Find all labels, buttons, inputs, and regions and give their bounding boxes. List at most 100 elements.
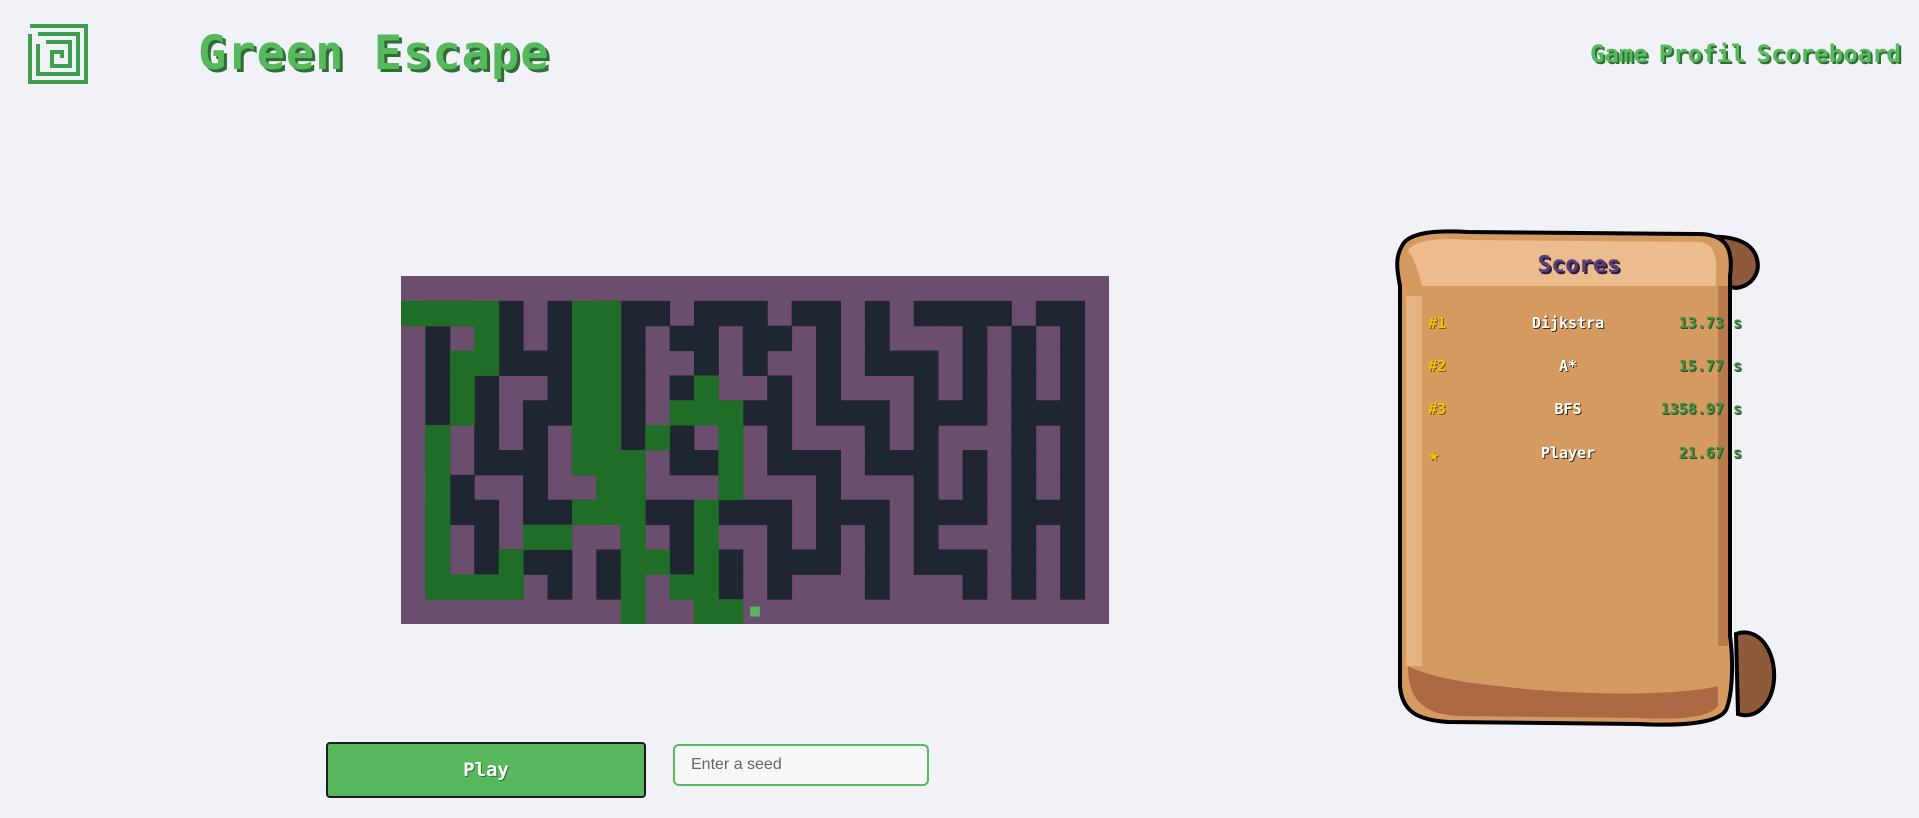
player-name: Dijkstra bbox=[1531, 314, 1605, 332]
nav-game-link[interactable]: Game bbox=[1590, 40, 1648, 68]
maze-path-cell bbox=[718, 400, 744, 426]
maze-path-cell bbox=[596, 375, 622, 401]
maze-floor-cell bbox=[669, 524, 695, 550]
scoreboard-scroll: Scores #1 Dijkstra 13.73 s #2 A* 15.77 s… bbox=[1378, 226, 1780, 732]
maze-floor-cell bbox=[1011, 350, 1037, 376]
maze-floor-cell bbox=[669, 425, 695, 451]
main-nav: Game Profil Scoreboard bbox=[1590, 40, 1901, 68]
maze-floor-cell bbox=[1060, 450, 1086, 476]
maze-floor-cell bbox=[864, 300, 890, 327]
maze-path-cell bbox=[425, 300, 451, 327]
maze-floor-cell bbox=[1011, 524, 1037, 550]
maze-path-cell bbox=[693, 400, 719, 426]
rank-label: #2 bbox=[1428, 357, 1447, 375]
nav-scoreboard-link[interactable]: Scoreboard bbox=[1757, 40, 1902, 68]
maze-floor-cell bbox=[767, 549, 793, 575]
play-button[interactable]: Play bbox=[326, 742, 646, 798]
maze-path-cell bbox=[718, 450, 744, 476]
maze-path-cell bbox=[571, 350, 597, 376]
maze-floor-cell bbox=[816, 325, 841, 352]
maze-floor-cell bbox=[693, 325, 719, 352]
maze-path-cell bbox=[571, 425, 597, 451]
maze-floor-cell bbox=[718, 300, 744, 327]
maze-floor-cell bbox=[523, 499, 548, 526]
maze-floor-cell bbox=[864, 350, 890, 376]
maze-floor-cell bbox=[913, 350, 939, 376]
maze-path-cell bbox=[693, 574, 719, 600]
seed-input[interactable] bbox=[673, 744, 929, 786]
maze-floor-cell bbox=[1060, 474, 1086, 501]
maze-floor-cell bbox=[425, 375, 451, 401]
maze-path-cell bbox=[596, 325, 622, 352]
maze-path-cell bbox=[596, 450, 622, 476]
maze-canvas[interactable] bbox=[401, 276, 1109, 624]
maze-floor-cell bbox=[962, 325, 988, 352]
maze-floor-cell bbox=[767, 499, 793, 526]
scores-title: Scores bbox=[1537, 252, 1621, 278]
maze-path-cell bbox=[645, 425, 671, 451]
maze-path-cell bbox=[645, 549, 671, 575]
maze-path-cell bbox=[693, 375, 719, 401]
maze-path-cell bbox=[425, 524, 451, 550]
maze-path-cell bbox=[474, 325, 500, 352]
maze-floor-cell bbox=[1060, 325, 1086, 352]
maze-path-cell bbox=[693, 599, 719, 624]
maze-floor-cell bbox=[498, 325, 524, 352]
maze-path-cell bbox=[620, 549, 646, 575]
maze-path-cell bbox=[620, 450, 646, 476]
player-name: Player bbox=[1540, 444, 1596, 462]
maze-floor-cell bbox=[816, 549, 841, 575]
maze-path-cell bbox=[620, 499, 646, 526]
maze-floor-cell bbox=[693, 300, 719, 327]
maze-floor-cell bbox=[767, 375, 793, 401]
maze-floor-cell bbox=[523, 400, 548, 426]
maze-floor-cell bbox=[840, 499, 866, 526]
maze-path-cell bbox=[401, 300, 426, 327]
maze-floor-cell bbox=[669, 450, 695, 476]
maze-floor-cell bbox=[547, 499, 573, 526]
app-title: Green Escape bbox=[198, 26, 550, 81]
parchment-scroll-icon bbox=[1395, 229, 1777, 727]
star-icon: ★ bbox=[1428, 444, 1440, 466]
maze-floor-cell bbox=[816, 499, 841, 526]
maze-floor-cell bbox=[498, 300, 524, 327]
maze-path-cell bbox=[693, 499, 719, 526]
maze-floor-cell bbox=[938, 549, 964, 575]
maze-floor-cell bbox=[1011, 400, 1037, 426]
maze-floor-cell bbox=[547, 300, 573, 327]
maze-floor-cell bbox=[1060, 499, 1086, 526]
maze-floor-cell bbox=[498, 350, 524, 376]
maze-floor-cell bbox=[767, 450, 793, 476]
maze-path-cell bbox=[449, 375, 475, 401]
maze-path-cell bbox=[571, 400, 597, 426]
maze-floor-cell bbox=[596, 549, 622, 575]
maze-floor-cell bbox=[791, 549, 817, 575]
maze-path-cell bbox=[498, 549, 524, 575]
maze-floor-cell bbox=[962, 549, 988, 575]
maze-floor-cell bbox=[523, 549, 548, 575]
maze-path-cell bbox=[669, 400, 695, 426]
maze-path-cell bbox=[425, 425, 451, 451]
maze-floor-cell bbox=[718, 549, 744, 575]
maze-floor-cell bbox=[620, 350, 646, 376]
maze-floor-cell bbox=[816, 350, 841, 376]
maze-floor-cell bbox=[693, 450, 719, 476]
maze-path-cell bbox=[718, 425, 744, 451]
maze-path-cell bbox=[596, 350, 622, 376]
nav-profil-link[interactable]: Profil bbox=[1659, 40, 1746, 68]
maze-floor-cell bbox=[1011, 425, 1037, 451]
maze-floor-cell bbox=[742, 400, 768, 426]
maze-path-cell bbox=[523, 524, 548, 550]
maze-floor-cell bbox=[913, 425, 939, 451]
maze-floor-cell bbox=[449, 474, 475, 501]
maze-floor-cell bbox=[986, 300, 1012, 327]
maze-floor-cell bbox=[913, 300, 939, 327]
maze-path-cell bbox=[571, 325, 597, 352]
maze-board[interactable] bbox=[401, 276, 1109, 624]
maze-floor-cell bbox=[742, 325, 768, 352]
maze-floor-cell bbox=[1060, 549, 1086, 575]
maze-floor-cell bbox=[523, 350, 548, 376]
maze-floor-cell bbox=[864, 549, 890, 575]
maze-floor-cell bbox=[425, 350, 451, 376]
maze-floor-cell bbox=[938, 499, 964, 526]
